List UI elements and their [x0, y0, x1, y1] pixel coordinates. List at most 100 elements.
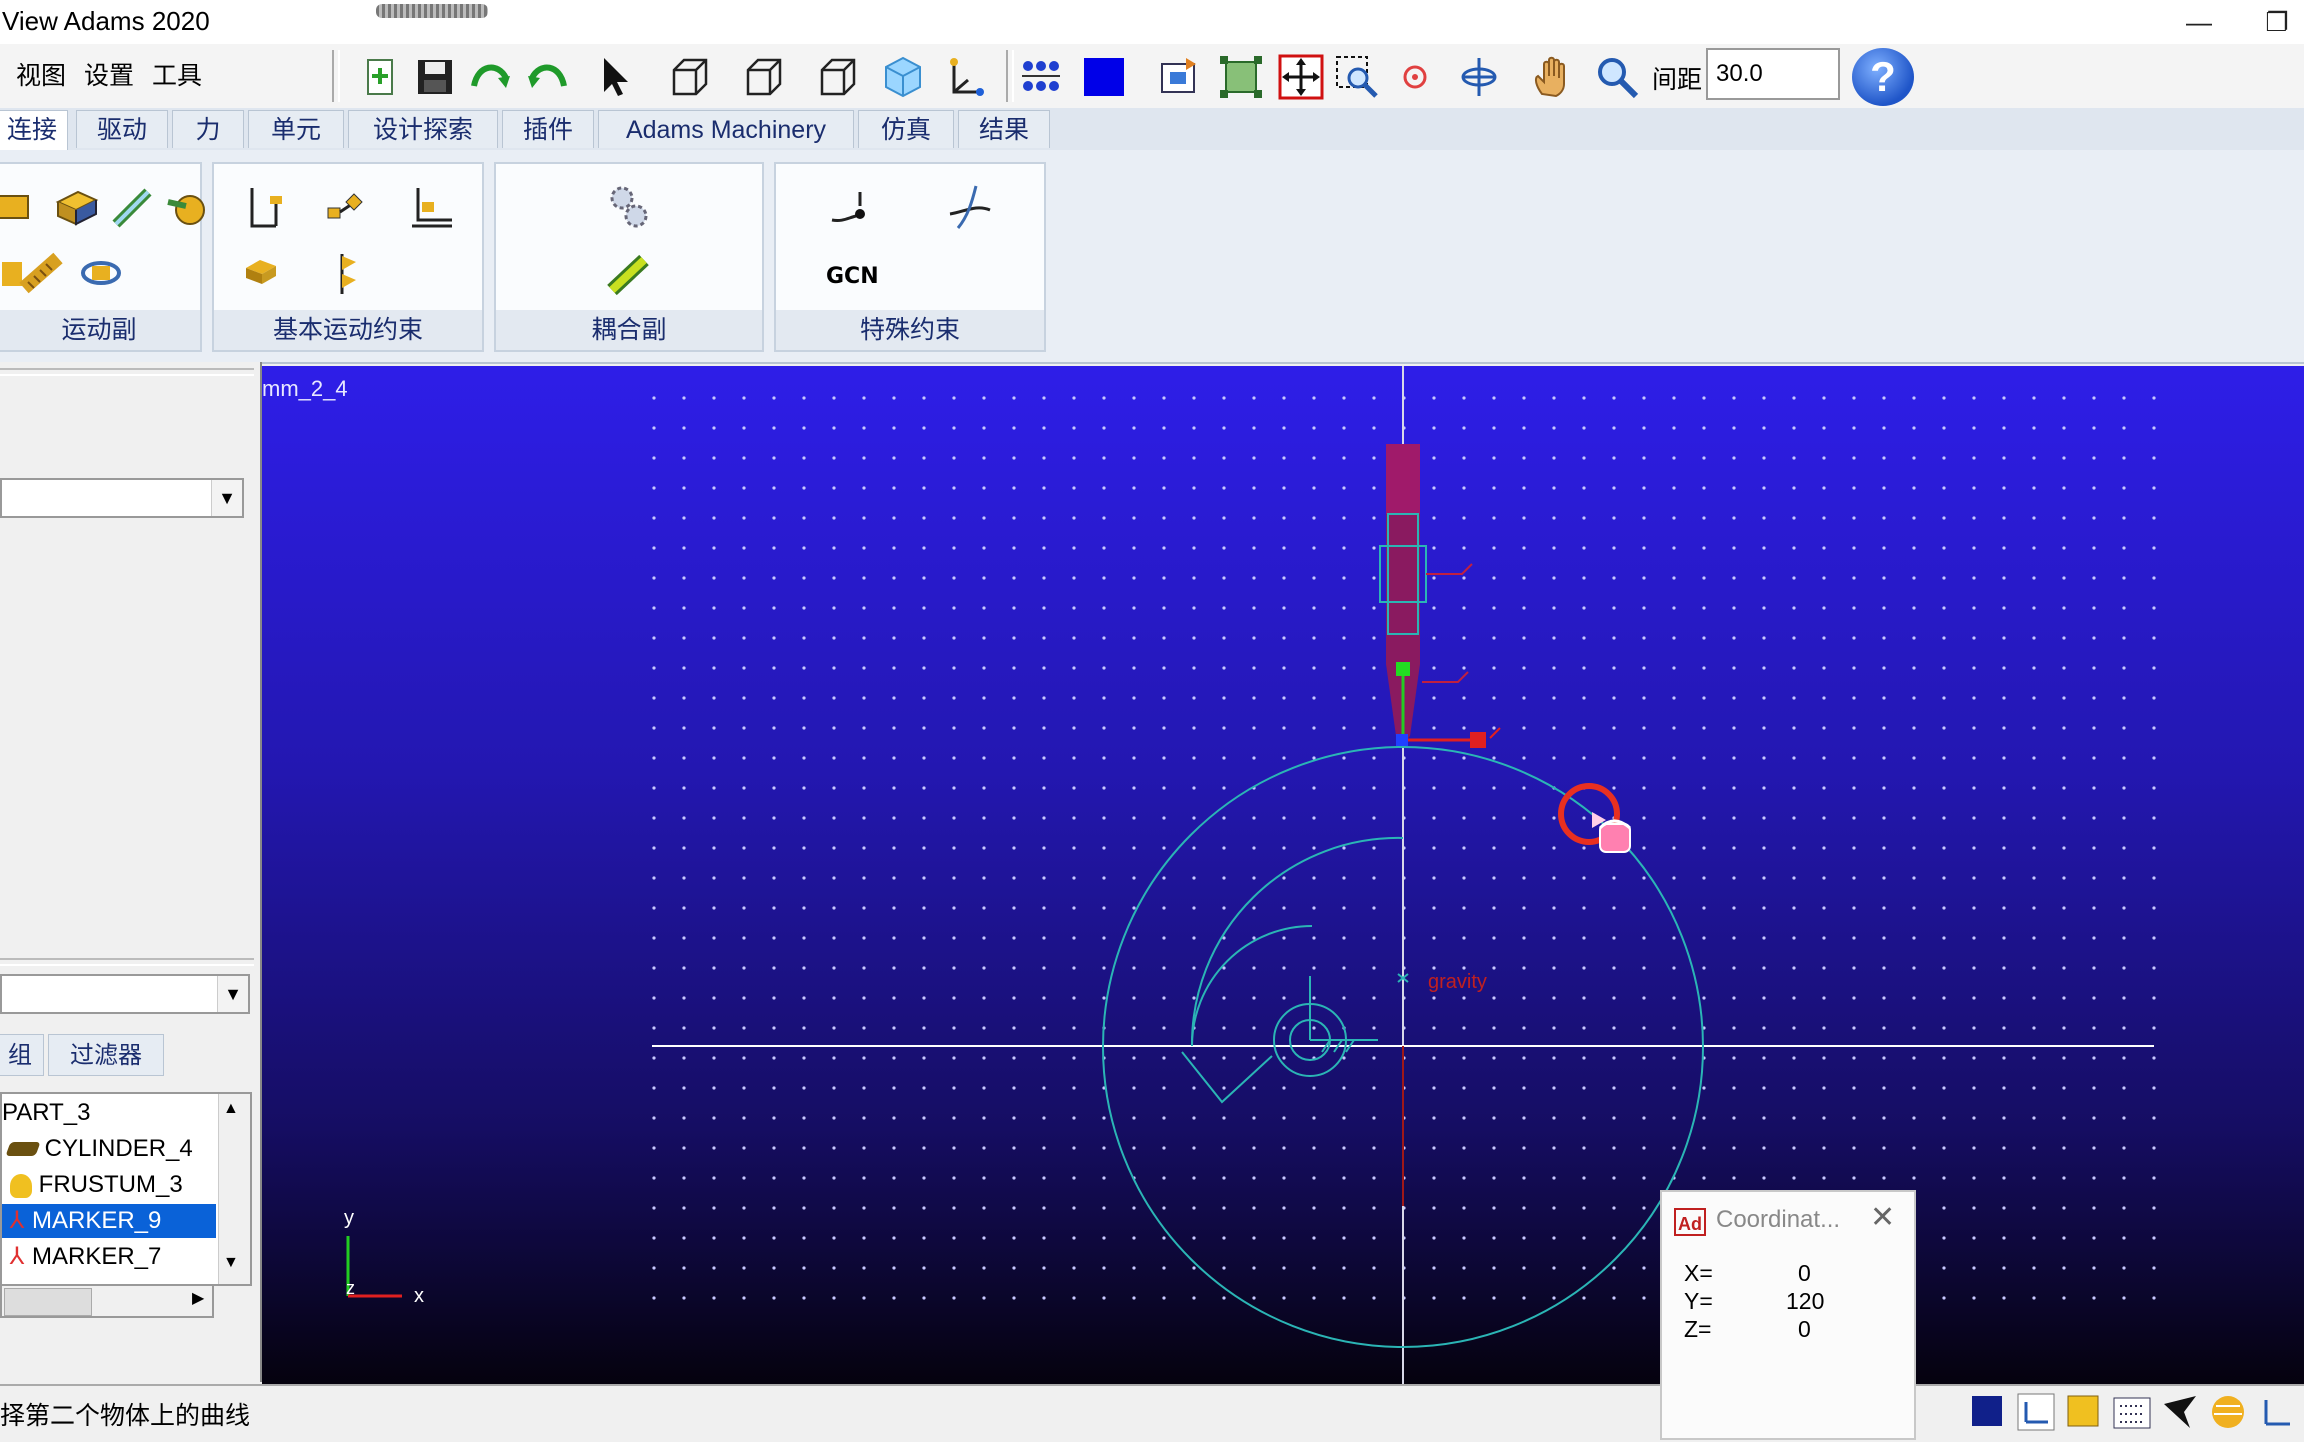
- close-icon[interactable]: ✕: [1870, 1200, 1895, 1235]
- menu-settings[interactable]: 设置: [84, 56, 134, 92]
- tree-item[interactable]: CYLINDER_4: [2, 1132, 193, 1166]
- browser-tab-groups[interactable]: 组: [0, 1034, 44, 1076]
- tree-item-label: MARKER_9: [32, 1207, 162, 1234]
- refresh-view-icon[interactable]: [1156, 54, 1202, 100]
- tree-item-selected[interactable]: ⅄ MARKER_9: [2, 1204, 216, 1238]
- browser-combo-bottom[interactable]: ▼: [0, 974, 250, 1014]
- marker-origin[interactable]: [1396, 734, 1408, 746]
- tab-design-exploration[interactable]: 设计探索: [348, 110, 498, 148]
- screw-joint-icon[interactable]: [18, 248, 68, 298]
- follower-rod[interactable]: [1386, 514, 1420, 664]
- group-label: 特殊约束: [776, 310, 1044, 350]
- graphics-viewport[interactable]: gravity y x z: [262, 366, 2304, 1384]
- chevron-down-icon[interactable]: ▼: [211, 480, 242, 516]
- icons-toggle-icon[interactable]: [2064, 1392, 2104, 1432]
- triad-view-icon[interactable]: [942, 54, 988, 100]
- browser-combo-top[interactable]: ▼: [0, 478, 244, 518]
- coupler-icon[interactable]: [604, 248, 654, 298]
- triad-toggle-icon[interactable]: [2016, 1392, 2056, 1432]
- redo-icon[interactable]: [468, 54, 514, 100]
- marker-y-handle[interactable]: [1396, 662, 1410, 676]
- model-tree[interactable]: PART_3 CYLINDER_4 FRUSTUM_3 ⅄ MARKER_9 ⅄ M…: [0, 1092, 252, 1286]
- new-file-icon[interactable]: [358, 54, 404, 100]
- chevron-down-icon[interactable]: ▼: [217, 976, 248, 1012]
- scroll-right-icon[interactable]: ▶: [192, 1288, 204, 1308]
- spherical-joint-icon[interactable]: [164, 182, 214, 232]
- orientation-constraint-icon[interactable]: [406, 182, 456, 232]
- view-center-icon[interactable]: [1392, 54, 1438, 100]
- tab-forces[interactable]: 力: [172, 110, 244, 148]
- tab-simulation[interactable]: 仿真: [858, 110, 954, 148]
- cylindrical-joint-icon[interactable]: [108, 182, 158, 232]
- tab-elements[interactable]: 单元: [248, 110, 344, 148]
- fit-view-icon[interactable]: [1218, 54, 1264, 100]
- tab-motions[interactable]: 驱动: [76, 110, 168, 148]
- background-color-icon[interactable]: [1082, 54, 1128, 100]
- undo-icon[interactable]: [524, 54, 570, 100]
- scroll-up-icon[interactable]: ▲: [223, 1100, 239, 1118]
- tree-item[interactable]: FRUSTUM_3: [2, 1168, 183, 1202]
- tab-plugins[interactable]: 插件: [502, 110, 594, 148]
- top-view-icon[interactable]: [740, 54, 786, 100]
- render-toggle-icon[interactable]: [2160, 1392, 2200, 1432]
- render-mode-icon[interactable]: [1018, 54, 1064, 100]
- side-view-icon[interactable]: [814, 54, 860, 100]
- point-curve-icon[interactable]: [826, 182, 876, 232]
- window-title: View Adams 2020: [2, 6, 210, 36]
- display-background-icon[interactable]: [1968, 1392, 2008, 1432]
- translational-joint-icon[interactable]: [52, 182, 102, 232]
- tab-connectors[interactable]: 连接: [0, 110, 68, 152]
- pan-hand-icon[interactable]: [1530, 54, 1576, 100]
- group-label: 基本运动约束: [214, 310, 482, 350]
- panel-splitter[interactable]: [0, 958, 254, 966]
- zoom-icon[interactable]: [1594, 54, 1640, 100]
- shading-toggle-icon[interactable]: [2208, 1392, 2248, 1432]
- save-icon[interactable]: [412, 54, 458, 100]
- help-icon[interactable]: ?: [1852, 48, 1914, 106]
- restore-button[interactable]: ❐: [2252, 4, 2302, 40]
- scroll-thumb[interactable]: [4, 1288, 92, 1316]
- select-arrow-icon[interactable]: [592, 54, 638, 100]
- group-label: 耦合副: [496, 310, 762, 350]
- curve-curve-icon[interactable]: [946, 182, 996, 232]
- translate-view-icon[interactable]: [1278, 54, 1324, 100]
- general-constraint-button[interactable]: GCN: [826, 264, 879, 289]
- coordinate-toggle-icon[interactable]: [2256, 1392, 2296, 1432]
- menu-tools[interactable]: 工具: [152, 56, 202, 92]
- marker-x-handle[interactable]: [1470, 732, 1486, 748]
- perpendicular-constraint-icon[interactable]: [322, 248, 372, 298]
- coordinates-window[interactable]: Ad Coordinat... ✕ X= 0 Y= 120 Z= 0: [1660, 1190, 1916, 1440]
- iso-view-icon[interactable]: [880, 54, 926, 100]
- status-message: 择第二个物体上的曲线: [0, 1402, 251, 1430]
- toolbar-grip[interactable]: [376, 4, 488, 18]
- global-triad-y-label: y: [344, 1207, 354, 1229]
- tab-results[interactable]: 结果: [958, 110, 1050, 148]
- tab-adams-machinery[interactable]: Adams Machinery: [598, 110, 854, 148]
- x-value: 0: [1798, 1260, 1811, 1286]
- tree-item[interactable]: ⅄ MARKER_7: [2, 1240, 162, 1274]
- inline-constraint-icon[interactable]: [240, 182, 290, 232]
- tree-item-label: MARKER_7: [32, 1243, 162, 1270]
- model-graphics[interactable]: gravity y x z: [262, 366, 2304, 1384]
- follower-rod-top[interactable]: [1386, 444, 1420, 514]
- spacing-input[interactable]: [1706, 48, 1840, 100]
- browser-tab-filters[interactable]: 过滤器: [48, 1034, 164, 1076]
- rotate-view-icon[interactable]: [1456, 54, 1502, 100]
- tree-item[interactable]: PART_3: [2, 1096, 91, 1130]
- menu-view[interactable]: 视图: [16, 56, 66, 92]
- parallel-axes-icon[interactable]: [240, 248, 290, 298]
- joint-icon[interactable]: [0, 182, 38, 232]
- minimize-button[interactable]: —: [2174, 4, 2224, 40]
- zoom-box-icon[interactable]: [1334, 54, 1380, 100]
- scroll-down-icon[interactable]: ▼: [223, 1254, 239, 1272]
- tree-scrollbar[interactable]: ▲ ▼: [218, 1094, 250, 1284]
- marker-icon: ⅄: [9, 1243, 25, 1270]
- front-view-icon[interactable]: [666, 54, 712, 100]
- group-primitive-constraints: 基本运动约束: [212, 162, 484, 352]
- universal-joint-icon[interactable]: [76, 248, 126, 298]
- grid-toggle-icon[interactable]: [2112, 1392, 2152, 1432]
- inplane-constraint-icon[interactable]: [322, 182, 372, 232]
- gear-icon[interactable]: [604, 182, 654, 232]
- tree-hscrollbar[interactable]: ▶: [0, 1284, 214, 1318]
- panel-splitter[interactable]: [0, 368, 254, 376]
